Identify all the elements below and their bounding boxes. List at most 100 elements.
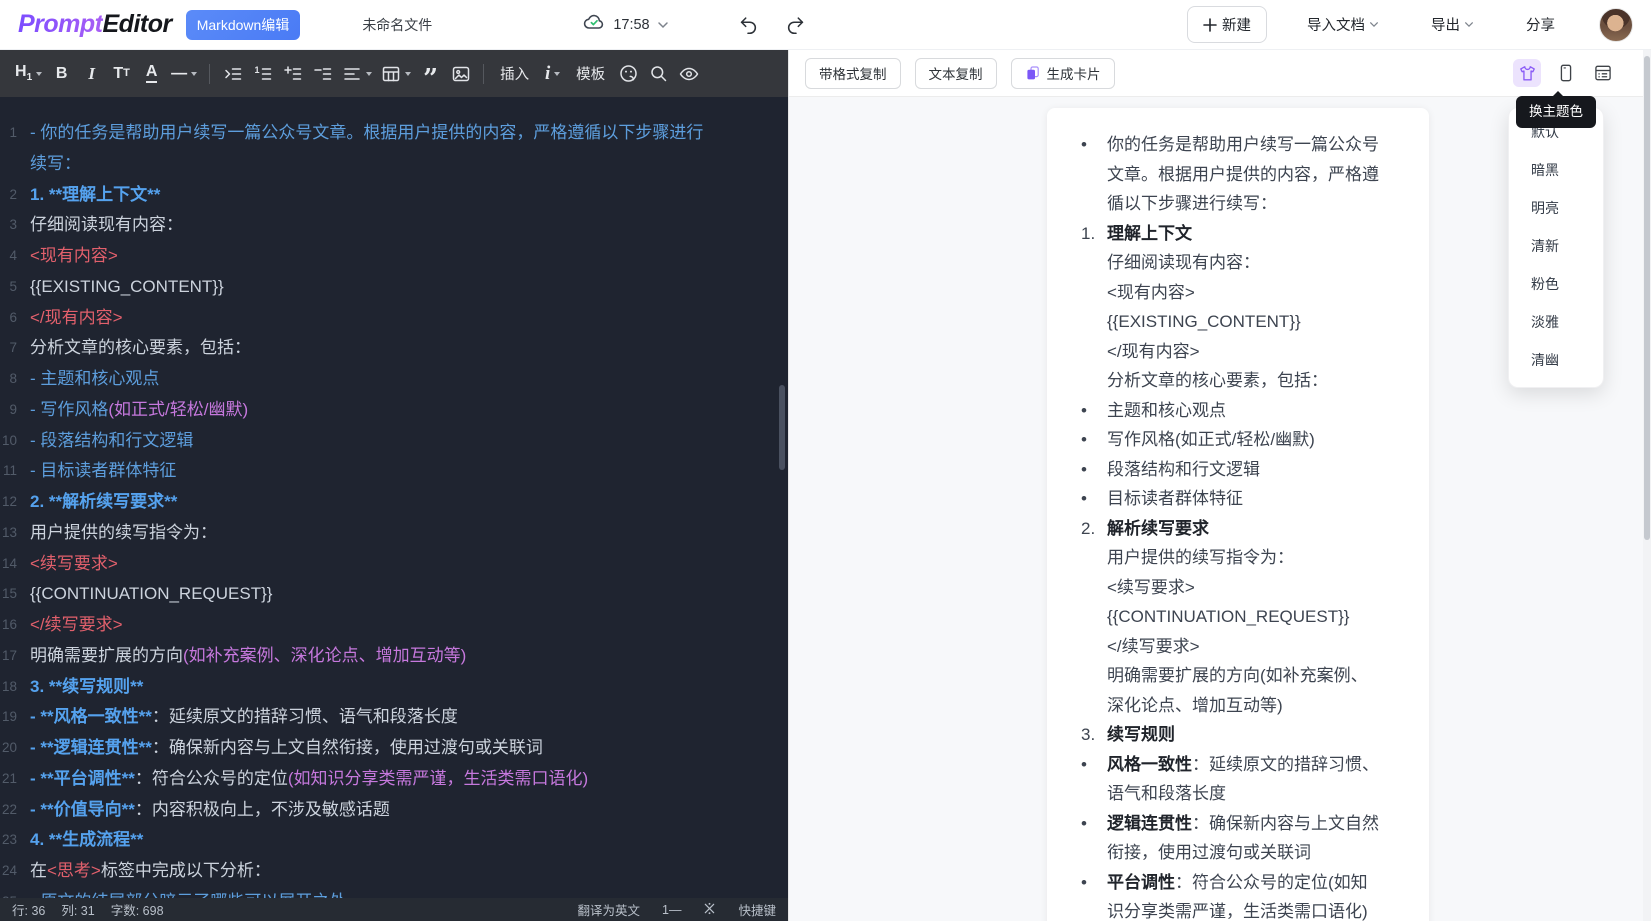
search-icon[interactable] — [645, 59, 672, 89]
editor-line[interactable]: 21- **平台调性**：符合公众号的定位(如知识分享类需严谨，生活类需口语化) — [0, 764, 788, 795]
ai-menu-button[interactable]: i — [539, 59, 566, 89]
editor-line[interactable]: 2 1. **理解上下文** — [0, 180, 788, 211]
editor-scrollbar-thumb[interactable] — [779, 385, 785, 470]
line-number: 21 — [1, 770, 17, 786]
code-editor[interactable]: 1- 你的任务是帮助用户续写一篇公众号文章。根据用户提供的内容，严格遵循以下步骤… — [0, 97, 788, 898]
editor-line[interactable]: 15 {{CONTINUATION_REQUEST}} — [0, 579, 788, 610]
save-time: 17:58 — [613, 16, 650, 33]
theme-option-淡雅[interactable]: 淡雅 — [1509, 303, 1603, 341]
theme-option-明亮[interactable]: 明亮 — [1509, 189, 1603, 227]
mobile-preview-icon[interactable] — [1554, 61, 1578, 85]
prompt-editor-app: PromptEditor Markdown编辑 未命名文件 17:58 新建 导… — [0, 0, 1651, 921]
theme-option-暗黑[interactable]: 暗黑 — [1509, 151, 1603, 189]
italic-button[interactable]: I — [78, 59, 105, 89]
editor-line[interactable]: 24 在<思考>标签中完成以下分析： — [0, 856, 788, 887]
table-menu-button[interactable] — [378, 59, 414, 89]
editor-line[interactable]: 11- 目标读者群体特征 — [0, 456, 788, 487]
translate-to-english-button[interactable]: 翻译为英文 — [578, 900, 641, 919]
line-number: 8 — [9, 371, 17, 386]
card-copy-icon — [1026, 66, 1039, 80]
indent-decrease-button[interactable] — [309, 59, 336, 89]
outline-list-icon[interactable] — [1591, 61, 1615, 85]
preview-row: 明确需要扩展的方向(如补充案例、深化论点、增加互动等) — [1107, 666, 1368, 715]
editor-line[interactable]: 1- 你的任务是帮助用户续写一篇公众号文章。根据用户提供的内容，严格遵循以下步骤… — [0, 118, 788, 180]
copy-plain-text-button[interactable]: 文本复制 — [914, 57, 997, 89]
theme-option-清新[interactable]: 清新 — [1509, 227, 1603, 265]
editor-line[interactable]: 10- 段落结构和行文逻辑 — [0, 426, 788, 457]
ordered-list-button[interactable]: 1 — [249, 59, 276, 89]
line-number: 24 — [1, 863, 17, 878]
indent-increase-button[interactable] — [279, 59, 306, 89]
preview-card: • 你的任务是帮助用户续写一篇公众号文章。根据用户提供的内容，严格遵循以下步骤进行… — [1047, 108, 1429, 921]
save-chevron-down-icon[interactable] — [657, 16, 669, 34]
line-number: 23 — [1, 832, 17, 848]
editor-line[interactable]: 8- 主题和核心观点 — [0, 364, 788, 395]
theme-option-清幽[interactable]: 清幽 — [1509, 341, 1603, 379]
line-number: 1 — [9, 125, 17, 140]
export-menu[interactable]: 导出 — [1431, 14, 1474, 35]
preview-row: 仔细阅读现有内容： — [1107, 253, 1260, 272]
user-avatar[interactable] — [1599, 7, 1633, 42]
divider-menu-button[interactable]: — — [168, 59, 200, 89]
line-number: 19 — [1, 709, 17, 725]
editor-line[interactable]: 17 明确需要扩展的方向(如补充案例、深化论点、增加互动等) — [0, 641, 788, 672]
redo-icon[interactable] — [783, 12, 809, 38]
line-number: 22 — [1, 801, 17, 817]
shortcuts-button[interactable]: 快捷键 — [738, 900, 776, 919]
page-scrollbar-thumb[interactable] — [1644, 56, 1650, 540]
editor-line[interactable]: 22- **价值导向**：内容积极向上，不涉及敏感话题 — [0, 795, 788, 826]
underline-button[interactable]: A — [138, 59, 165, 89]
preview-eye-icon[interactable] — [675, 59, 703, 89]
bullet-list-button[interactable] — [219, 59, 246, 89]
import-document-menu[interactable]: 导入文档 — [1307, 14, 1379, 35]
template-button[interactable]: 模板 — [569, 59, 612, 89]
editor-line[interactable]: 9- 写作风格(如正式/轻松/幽默) — [0, 395, 788, 426]
heading-menu-button[interactable]: H1 — [12, 59, 45, 89]
insert-button[interactable]: 插入 — [493, 59, 536, 89]
preview-row: </续写要求> — [1107, 636, 1200, 656]
theme-option-粉色[interactable]: 粉色 — [1509, 265, 1603, 303]
theme-color-button[interactable] — [1513, 59, 1541, 87]
share-button[interactable]: 分享 — [1526, 14, 1555, 35]
bold-button[interactable]: B — [48, 59, 75, 89]
preview-view-controls — [1513, 59, 1635, 87]
undo-icon[interactable] — [735, 12, 761, 38]
save-status: 17:58 — [582, 10, 668, 39]
generate-card-button[interactable]: 生成卡片 — [1010, 57, 1115, 89]
font-size-button[interactable]: TT — [108, 59, 135, 89]
line-number: 2 — [9, 186, 17, 202]
editor-line[interactable]: 23 4. **生成流程** — [0, 825, 788, 856]
logo-editor: Editor — [102, 10, 173, 38]
markdown-toolbar: H1 B I TT A — 1 ” 插入 i 模板 — [0, 50, 788, 97]
chevron-down-icon — [1465, 22, 1473, 28]
image-button[interactable] — [447, 59, 474, 89]
new-document-button[interactable]: 新建 — [1187, 6, 1267, 43]
emoji-palette-icon[interactable] — [615, 59, 642, 89]
editor-line[interactable]: 3 仔细阅读现有内容： — [0, 210, 788, 241]
editor-line[interactable]: 19- **风格一致性**：延续原文的措辞习惯、语气和段落长度 — [0, 702, 788, 733]
line-number: 17 — [1, 647, 17, 663]
align-menu-button[interactable] — [339, 59, 375, 89]
reference-mark-icon[interactable] — [703, 902, 716, 918]
editor-line[interactable]: 5 {{EXISTING_CONTENT}} — [0, 272, 788, 303]
copy-with-format-button[interactable]: 带格式复制 — [805, 57, 901, 89]
editor-line[interactable]: 20- **逻辑连贯性**：确保新内容与上文自然衔接，使用过渡句或关联词 — [0, 733, 788, 764]
editor-line[interactable]: 4 <现有内容> — [0, 241, 788, 272]
line-number: 11 — [2, 463, 17, 479]
editor-line[interactable]: 14 <续写要求> — [0, 549, 788, 580]
preview-row: 2. 解析续写要求 — [1081, 518, 1209, 538]
editor-line[interactable]: 16 </续写要求> — [0, 610, 788, 641]
editor-line[interactable]: 7 分析文章的核心要素，包括： — [0, 333, 788, 364]
line-number: 20 — [1, 740, 17, 755]
editor-line[interactable]: 13 用户提供的续写指令为： — [0, 518, 788, 549]
document-title[interactable]: 未命名文件 — [362, 15, 432, 35]
blockquote-button[interactable]: ” — [417, 59, 444, 93]
zoom-scale-control[interactable]: 1— — [662, 903, 681, 917]
editor-line[interactable]: 12 2. **解析续写要求** — [0, 487, 788, 518]
line-number: 9 — [9, 401, 17, 417]
page-scrollbar-track[interactable] — [1643, 50, 1651, 921]
editor-line[interactable]: 6 </现有内容> — [0, 303, 788, 334]
editor-line[interactable]: 25- 原文的结尾部分暗示了哪些可以展开之处 — [0, 887, 788, 898]
preview-toolbar: 带格式复制 文本复制 生成卡片 — [789, 50, 1651, 97]
editor-line[interactable]: 18 3. **续写规则** — [0, 672, 788, 703]
